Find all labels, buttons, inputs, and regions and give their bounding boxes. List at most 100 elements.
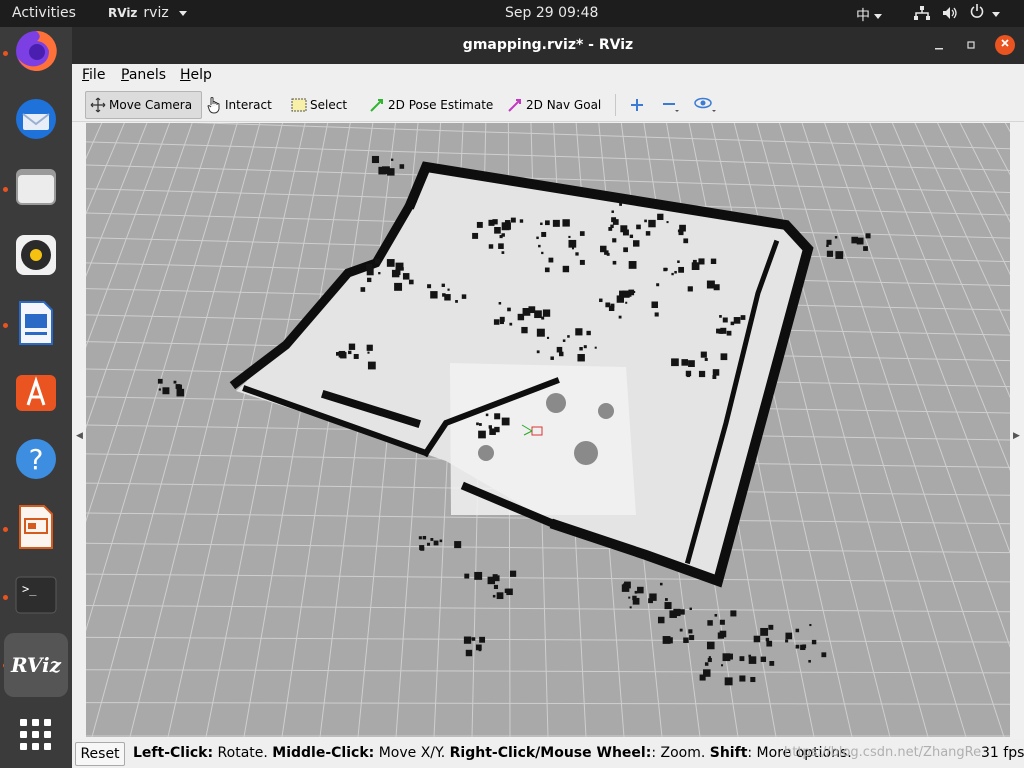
chevron-down-icon bbox=[874, 13, 882, 19]
chevron-down-icon bbox=[992, 11, 1001, 17]
green-arrow-icon bbox=[370, 99, 383, 112]
eye-icon bbox=[694, 97, 716, 112]
interact-label: Interact bbox=[225, 98, 272, 112]
minimize-icon bbox=[935, 48, 943, 50]
dock-show-apps[interactable] bbox=[12, 711, 60, 759]
map-render bbox=[86, 123, 1010, 737]
network-icon bbox=[914, 6, 930, 20]
dock-help[interactable]: ? bbox=[12, 435, 60, 483]
dock-rviz[interactable]: RViz bbox=[4, 633, 68, 697]
window-title: gmapping.rviz* - RViz bbox=[462, 37, 634, 53]
magenta-arrow-icon bbox=[508, 99, 521, 112]
maximize-icon bbox=[967, 41, 975, 49]
pose-estimate-label: 2D Pose Estimate bbox=[388, 98, 494, 112]
right-panel-handle[interactable]: ▶ bbox=[1013, 431, 1020, 441]
left-click-key: Left-Click: bbox=[133, 745, 214, 761]
move-camera-icon bbox=[90, 97, 106, 113]
tool-visibility-button[interactable] bbox=[690, 91, 722, 119]
show-apps-icon bbox=[20, 719, 51, 750]
menu-file-mnemonic: F bbox=[82, 67, 90, 83]
nav-goal-tool[interactable]: 2D Nav Goal bbox=[503, 91, 605, 119]
running-indicator bbox=[3, 51, 8, 56]
dock-rhythmbox[interactable] bbox=[12, 231, 60, 279]
power-menu[interactable] bbox=[970, 4, 1001, 22]
close-button[interactable] bbox=[995, 35, 1015, 55]
dock-impress[interactable] bbox=[12, 503, 60, 551]
fps-counter: 31 fps bbox=[981, 745, 1024, 761]
dock-writer[interactable] bbox=[12, 299, 60, 347]
3d-render-viewport[interactable] bbox=[86, 123, 1010, 737]
menu-file[interactable]: File bbox=[82, 67, 105, 83]
running-indicator bbox=[3, 323, 8, 328]
chevron-down-icon bbox=[178, 10, 187, 16]
rhythmbox-icon bbox=[16, 235, 56, 275]
menubar: File Panels Help bbox=[72, 64, 1024, 88]
menu-file-label: ile bbox=[89, 67, 106, 83]
select-tool[interactable]: Select bbox=[287, 91, 351, 119]
clock[interactable]: Sep 29 09:48 bbox=[505, 5, 598, 21]
dock-files[interactable] bbox=[12, 163, 60, 211]
toolbar-separator bbox=[615, 94, 616, 116]
dock: ? >_ RViz bbox=[0, 27, 72, 768]
right-click-key: Right-Click/Mouse Wheel: bbox=[449, 745, 652, 761]
watermark: https://blog.csdn.net/ZhangRe bbox=[784, 745, 982, 760]
firefox-icon bbox=[16, 30, 57, 71]
left-panel-handle[interactable]: ◀ bbox=[76, 431, 83, 441]
minus-icon bbox=[663, 103, 679, 112]
terminal-label: >_ bbox=[22, 582, 37, 596]
move-camera-label: Move Camera bbox=[109, 98, 193, 112]
menu-help[interactable]: Help bbox=[180, 67, 212, 83]
rviz-icon: RViz bbox=[10, 653, 62, 677]
activities-button[interactable]: Activities bbox=[12, 5, 76, 21]
select-rectangle-icon bbox=[291, 98, 307, 112]
menu-panels-mnemonic: P bbox=[121, 67, 129, 83]
move-camera-tool[interactable]: Move Camera bbox=[85, 91, 202, 119]
terminal-icon: >_ bbox=[15, 576, 57, 614]
pose-estimate-tool[interactable]: 2D Pose Estimate bbox=[365, 91, 497, 119]
input-method-label: 中 bbox=[856, 8, 870, 24]
dock-software[interactable] bbox=[12, 367, 60, 415]
menu-panels[interactable]: Panels bbox=[121, 67, 166, 83]
middle-click-action: Move X/Y. bbox=[374, 745, 450, 761]
hand-pointer-icon bbox=[207, 97, 220, 114]
minimize-button[interactable] bbox=[930, 37, 948, 55]
close-icon bbox=[1001, 39, 1009, 47]
plus-icon bbox=[631, 99, 643, 111]
system-tray[interactable] bbox=[914, 4, 1001, 22]
svg-text:?: ? bbox=[29, 443, 44, 476]
app-menu[interactable]: RViz rviz bbox=[108, 5, 187, 21]
menu-help-mnemonic: H bbox=[180, 67, 191, 83]
nav-goal-label: 2D Nav Goal bbox=[526, 98, 602, 112]
dock-firefox[interactable] bbox=[12, 27, 60, 75]
dock-terminal[interactable]: >_ bbox=[12, 571, 60, 619]
left-click-action: Rotate. bbox=[213, 745, 273, 761]
rviz-window: gmapping.rviz* - RViz File Panels Help M… bbox=[72, 27, 1024, 768]
add-tool-button[interactable] bbox=[626, 91, 648, 119]
volume-icon bbox=[943, 7, 957, 19]
software-icon bbox=[16, 375, 56, 411]
gnome-top-bar: Activities RViz rviz Sep 29 09:48 中 bbox=[0, 0, 1024, 27]
running-indicator bbox=[3, 595, 8, 600]
maximize-button[interactable] bbox=[962, 37, 980, 55]
help-icon: ? bbox=[16, 439, 56, 479]
select-label: Select bbox=[310, 98, 348, 112]
files-icon bbox=[16, 169, 56, 205]
status-bar: Reset Left-Click: Rotate. Middle-Click: … bbox=[72, 739, 1024, 768]
window-titlebar[interactable]: gmapping.rviz* - RViz bbox=[72, 27, 1024, 64]
running-indicator bbox=[3, 527, 8, 532]
status-hint: Left-Click: Rotate. Middle-Click: Move X… bbox=[133, 745, 852, 761]
reset-button[interactable]: Reset bbox=[75, 742, 125, 766]
writer-icon bbox=[19, 301, 53, 345]
right-click-action: : Zoom. bbox=[651, 745, 710, 761]
menu-help-label: elp bbox=[190, 67, 212, 83]
remove-tool-button[interactable] bbox=[658, 91, 684, 119]
tool-toolbar: Move Camera Interact Select 2D Pose Esti… bbox=[72, 88, 1024, 122]
app-menu-label: rviz bbox=[143, 5, 169, 21]
dock-thunderbird[interactable] bbox=[12, 95, 60, 143]
interact-tool[interactable]: Interact bbox=[202, 91, 276, 119]
input-method-indicator[interactable]: 中 bbox=[856, 5, 882, 25]
menu-panels-label: anels bbox=[128, 67, 167, 83]
running-indicator bbox=[3, 187, 8, 192]
thunderbird-icon bbox=[16, 99, 56, 139]
rviz-app-icon: RViz bbox=[108, 6, 138, 20]
